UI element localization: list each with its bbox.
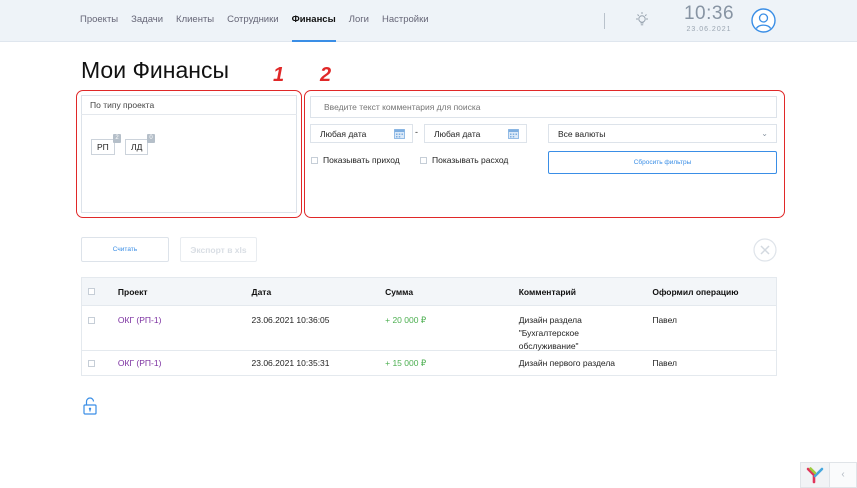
close-icon[interactable] [753, 238, 777, 262]
date-to-value: Любая дата [434, 129, 481, 139]
debug-toolbar: ‹ [800, 462, 857, 488]
chevron-down-icon: ⌄ [761, 129, 768, 138]
header-select-cell [82, 288, 118, 295]
project-type-chip-rp[interactable]: РП [91, 139, 115, 155]
nav-item-settings[interactable]: Настройки [382, 0, 429, 42]
comment-search-input[interactable] [310, 96, 777, 118]
clock-time: 10:36 [683, 3, 735, 24]
chip-count-badge: 2 [113, 134, 121, 143]
show-income-checkbox[interactable] [311, 156, 318, 164]
row-checkbox[interactable] [88, 317, 95, 324]
nav-item-clients[interactable]: Клиенты [176, 0, 214, 42]
chip-count-badge: 0 [147, 134, 155, 143]
project-type-title: По типу проекта [81, 95, 297, 115]
table-row: ОКГ (РП-1) 23.06.2021 10:36:05 + 20 000 … [81, 306, 777, 351]
date-to-field[interactable]: Любая дата [424, 124, 527, 143]
currency-select-value: Все валюты [558, 129, 606, 139]
annotation-marker-2: 2 [320, 64, 332, 86]
project-link[interactable]: ОКГ (РП-1) [118, 306, 252, 350]
date-cell: 23.06.2021 10:35:31 [251, 358, 330, 368]
column-header-comment[interactable]: Комментарий [519, 287, 653, 297]
chip-label: ЛД [131, 142, 143, 152]
toolbar-collapse-button[interactable]: ‹ [830, 462, 857, 488]
show-income-label: Показывать приход [323, 155, 400, 165]
clock-date: 23.06.2021 [686, 26, 732, 33]
show-income-toggle[interactable]: Показывать приход [311, 155, 400, 165]
yii-logo[interactable] [800, 462, 830, 488]
yii-logo-icon [806, 467, 824, 484]
amount-cell: + 15 000 ₽ [385, 358, 427, 368]
show-expense-label: Показывать расход [432, 155, 509, 165]
comment-line: Дизайн раздела [518, 315, 582, 325]
date-from-field[interactable]: Любая дата [310, 124, 413, 143]
currency-select[interactable]: Все валюты ⌄ [548, 124, 777, 143]
nav-item-tasks[interactable]: Задачи [131, 0, 163, 42]
row-checkbox[interactable] [88, 360, 95, 367]
lightbulb-icon[interactable] [634, 11, 650, 29]
column-header-project[interactable]: Проект [118, 287, 252, 297]
author-cell: Павел [652, 315, 678, 325]
annotation-marker-1: 1 [273, 64, 285, 86]
comment-line: "Бухгалтерское [518, 328, 580, 338]
chip-label: РП [97, 142, 109, 152]
main-nav: Проекты Задачи Клиенты Сотрудники Финанс… [80, 0, 442, 42]
table-header-row: Проект Дата Сумма Комментарий Оформил оп… [81, 277, 777, 306]
date-from-value: Любая дата [320, 129, 367, 139]
select-all-checkbox[interactable] [88, 288, 95, 295]
project-type-chip-ld[interactable]: ЛД [125, 139, 149, 155]
nav-item-employees[interactable]: Сотрудники [227, 0, 278, 42]
comment-cell: Дизайн первого раздела [519, 351, 653, 375]
finance-table: Проект Дата Сумма Комментарий Оформил оп… [81, 277, 777, 376]
column-header-date[interactable]: Дата [252, 287, 386, 297]
show-expense-checkbox[interactable] [420, 156, 427, 164]
calendar-icon[interactable] [508, 128, 519, 139]
date-range-separator: - [415, 127, 418, 137]
export-xls-button[interactable]: Экспорт в xls [180, 237, 257, 262]
header-divider [604, 13, 605, 29]
clock: 10:36 23.06.2021 [680, 3, 738, 34]
table-row: ОКГ (РП-1) 23.06.2021 10:35:31 + 15 000 … [81, 351, 777, 376]
comment-cell: Дизайн раздела "Бухгалтерское обслуживан… [518, 306, 653, 351]
date-cell: 23.06.2021 10:36:05 [251, 315, 330, 325]
comment-line: Дизайн первого раздела [518, 358, 616, 368]
show-expense-toggle[interactable]: Показывать расход [420, 155, 508, 165]
unlock-icon[interactable] [83, 397, 97, 415]
nav-item-projects[interactable]: Проекты [80, 0, 118, 42]
top-bar: Проекты Задачи Клиенты Сотрудники Финанс… [0, 0, 857, 42]
reset-filters-button[interactable]: Сбросить фильтры [548, 151, 777, 174]
row-select-cell [82, 351, 118, 375]
calendar-icon[interactable] [394, 128, 405, 139]
row-select-cell [82, 306, 118, 350]
amount-cell: + 20 000 ₽ [385, 315, 427, 325]
nav-item-finance[interactable]: Финансы [291, 0, 336, 42]
count-button[interactable]: Считать [81, 237, 169, 262]
project-link[interactable]: ОКГ (РП-1) [118, 351, 252, 375]
nav-item-logs[interactable]: Логи [349, 0, 369, 42]
column-header-amount[interactable]: Сумма [385, 287, 519, 297]
user-avatar-icon[interactable] [751, 8, 776, 33]
author-cell: Павел [652, 358, 678, 368]
column-header-author[interactable]: Оформил операцию [652, 287, 776, 297]
page-title: Мои Финансы [81, 57, 230, 83]
